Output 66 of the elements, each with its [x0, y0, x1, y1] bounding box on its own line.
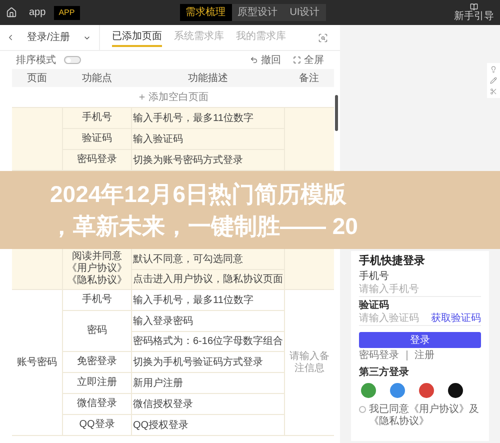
code-input[interactable]: 请输入验证码 [359, 311, 431, 326]
table-cell-text: 默认不同意，可勾选同意 [133, 252, 243, 266]
page-dropdown[interactable]: 登录/注册 [27, 30, 83, 45]
table-cell-text: 输入手机号，最多11位数字 [133, 294, 254, 308]
agreement-text: 我已同意《用户协议》及《隐私协议》 [369, 404, 480, 428]
table-cell: 密码登录 [77, 154, 117, 166]
scrollbar[interactable] [335, 95, 338, 131]
table-cell: 密码 [87, 325, 107, 337]
table-cell-text: 密码格式为：6-16位字母数字组合 [133, 334, 284, 349]
scissors-icon[interactable] [490, 88, 497, 95]
table-cell-text: 新用户注册 [133, 376, 183, 390]
undo-icon[interactable] [250, 56, 258, 64]
table-cell-text: 输入手机号，最多11位数字 [133, 112, 254, 126]
add-icon[interactable] [138, 93, 146, 101]
login-links[interactable]: 密码登录 ｜ 注册 [359, 350, 481, 362]
mode-tab[interactable]: UI设计 [284, 4, 326, 21]
table-cell: 手机号 [82, 294, 112, 306]
guide-link[interactable]: 新手引导 [454, 11, 494, 22]
back-icon[interactable] [6, 33, 15, 42]
agree-checkbox[interactable] [359, 406, 366, 413]
table-cell-text: 切换为手机号验证码方式登录 [133, 356, 263, 370]
banner-title: ，革新未来，一键制胜—— 20 [50, 212, 359, 241]
table-cell: 手机号 [82, 112, 112, 124]
sort-mode-label: 排序模式 [16, 54, 56, 68]
app-badge: APP [54, 6, 80, 20]
table-cell-text: 点击进入用户协议，隐私协议页面 [133, 272, 283, 287]
column-header: 页面 [26, 72, 48, 86]
table-cell: 验证码 [82, 133, 112, 145]
preview-title: 手机快捷登录 [359, 254, 426, 268]
table-cell-text: 输入验证码 [133, 132, 183, 146]
section-label: 第三方登录 [359, 367, 410, 379]
table-cell: 微信登录 [77, 398, 117, 410]
column-header: 功能描述 [187, 72, 229, 86]
home-icon[interactable] [6, 7, 17, 18]
table-cell: 立即注册 [77, 377, 117, 389]
social-login-icon[interactable] [448, 383, 463, 398]
column-header: 备注 [298, 72, 320, 86]
column-header: 功能点 [81, 72, 113, 86]
guide-icon[interactable] [470, 3, 478, 11]
table-cell-text: 微信授权登录 [133, 398, 193, 412]
lightbulb-icon[interactable] [490, 66, 497, 73]
login-button[interactable]: 登录 [359, 332, 481, 348]
fullscreen-icon[interactable] [293, 56, 301, 64]
undo-button[interactable]: 撤回 [261, 52, 281, 68]
table-cell-text: 账号密码 [17, 356, 57, 370]
pencil-icon[interactable] [490, 77, 497, 84]
mode-tab[interactable]: 需求梳理 [180, 4, 232, 21]
note-input[interactable]: 请输入备注信息 [287, 350, 332, 374]
field-label: 验证码 [359, 300, 390, 312]
table-cell-text: 切换为账号密码方式登录 [133, 154, 243, 168]
table-cell-text: QQ授权登录 [133, 418, 189, 432]
sort-toggle[interactable] [64, 56, 81, 64]
phone-input[interactable]: 请输入手机号 [359, 283, 481, 297]
fullscreen-button[interactable]: 全屏 [304, 52, 324, 68]
table-cell-text: 阅读并同意《用户协议》《隐私协议》 [66, 251, 128, 287]
table-cell: QQ登录 [79, 419, 115, 431]
app-name: app [29, 6, 46, 20]
add-page-link[interactable]: 添加空白页面 [148, 90, 208, 104]
page-tab[interactable]: 已添加页面 [112, 28, 162, 46]
preview-icon[interactable] [318, 32, 328, 42]
get-code-link[interactable]: 获取验证码 [431, 311, 481, 326]
field-label: 手机号 [359, 271, 390, 283]
mode-tab[interactable]: 原型设计 [232, 4, 284, 21]
table-cell: 免密登录 [77, 356, 117, 368]
banner-title: 2024年12月6日热门简历模版 [50, 180, 348, 209]
table-cell-text: 输入登录密码 [133, 314, 193, 328]
